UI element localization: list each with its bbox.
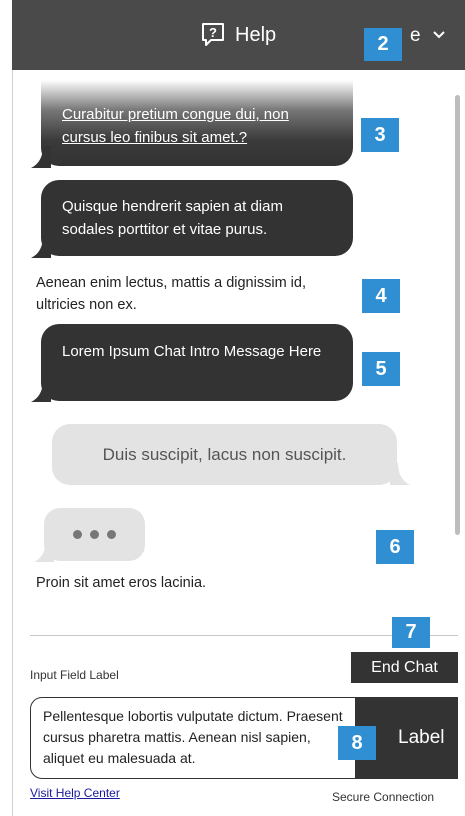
user-message: Duis suscipit, lacus non suscipit.	[52, 424, 397, 485]
header-title: Help	[235, 23, 277, 46]
secure-connection-text: Secure Connection	[332, 790, 435, 804]
annotation-badge: 5	[362, 352, 400, 386]
bubble-tail	[390, 463, 410, 485]
header-menu-label[interactable]: e	[410, 26, 421, 46]
agent-message-text: Quisque hendrerit sapien at diam sodales…	[62, 198, 283, 238]
message-composer: Pellentesque lobortis vulputate dictum. …	[30, 697, 458, 779]
annotation-badge: 8	[338, 726, 376, 760]
annotation-badge: 7	[392, 617, 430, 648]
help-title: ? Help	[200, 22, 276, 48]
chat-window: ? Help e 2 Curabitur pretium congue dui,…	[12, 0, 465, 816]
help-question-icon: ?	[202, 23, 224, 46]
system-message: Proin sit amet eros lacinia.	[36, 575, 207, 591]
message-input[interactable]: Pellentesque lobortis vulputate dictum. …	[30, 697, 357, 779]
input-field-label: Input Field Label	[30, 668, 119, 682]
agent-intro-message: Lorem Ipsum Chat Intro Message Here	[41, 324, 353, 401]
annotation-badge: 2	[364, 28, 402, 61]
scrollbar[interactable]	[455, 95, 460, 535]
typing-dot	[73, 530, 82, 539]
end-chat-button[interactable]: End Chat	[351, 652, 458, 683]
annotation-badge: 6	[376, 530, 414, 564]
bubble-tail	[34, 540, 54, 562]
bubble-tail	[31, 146, 51, 168]
typing-indicator	[44, 508, 145, 561]
send-button-label: Label	[398, 727, 445, 748]
annotation-badge: 4	[362, 279, 400, 313]
bubble-tail	[31, 380, 51, 402]
suggested-question-link[interactable]: Curabitur pretium congue dui, non cursus…	[62, 103, 332, 149]
user-message-text: Duis suscipit, lacus non suscipit.	[102, 444, 347, 464]
suggested-question-bubble[interactable]: Curabitur pretium congue dui, non cursus…	[41, 80, 353, 166]
bubble-tail	[31, 236, 51, 258]
svg-text:?: ?	[209, 25, 217, 40]
message-input-value[interactable]: Pellentesque lobortis vulputate dictum. …	[43, 706, 348, 769]
chat-header: ? Help e 2	[12, 0, 465, 70]
system-message: Aenean enim lectus, mattis a dignissim i…	[36, 275, 306, 313]
agent-message: Quisque hendrerit sapien at diam sodales…	[41, 180, 353, 256]
annotation-badge: 3	[361, 118, 399, 152]
agent-message-text: Lorem Ipsum Chat Intro Message Here	[62, 343, 322, 360]
chevron-down-icon[interactable]	[432, 30, 446, 40]
visit-help-center-link[interactable]: Visit Help Center	[30, 786, 120, 800]
typing-dot	[107, 530, 116, 539]
typing-dot	[90, 530, 99, 539]
